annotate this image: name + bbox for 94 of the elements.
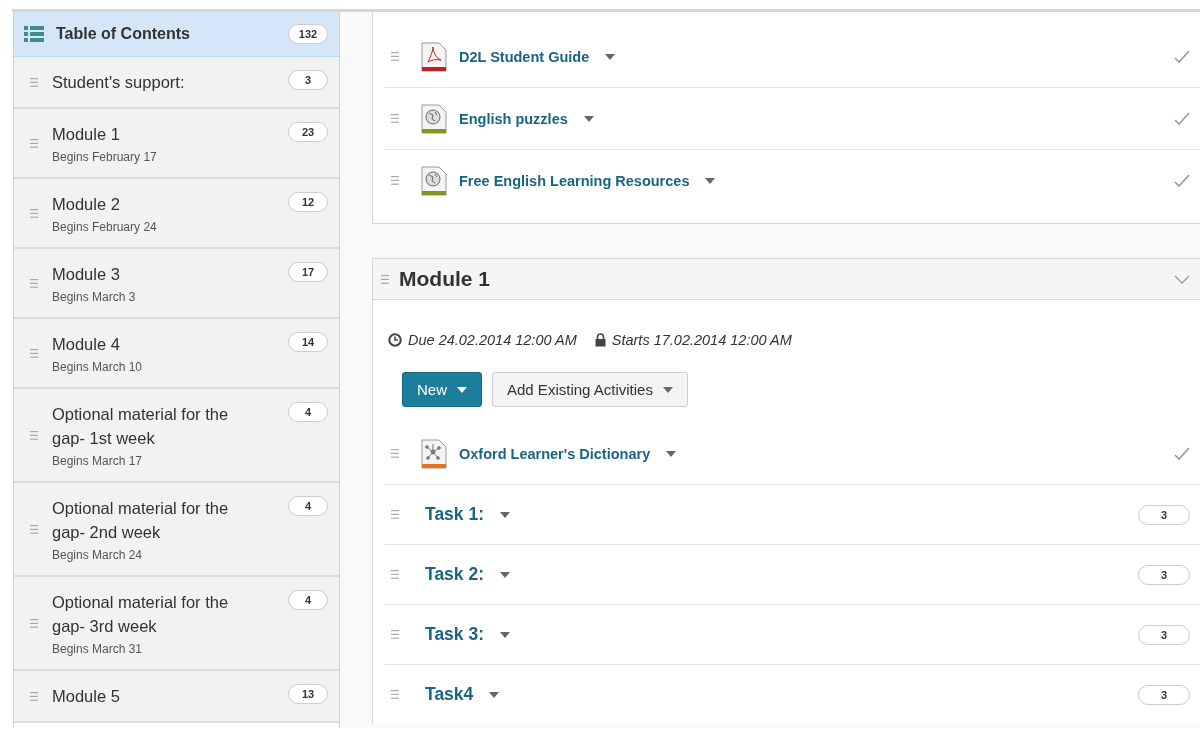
drag-handle-icon[interactable] bbox=[391, 176, 399, 185]
drag-handle-icon[interactable] bbox=[391, 52, 399, 61]
drag-handle-icon[interactable] bbox=[30, 138, 38, 148]
module-title: Student's support: bbox=[52, 72, 186, 93]
network-file-icon bbox=[421, 438, 447, 469]
drag-handle-icon[interactable] bbox=[391, 114, 399, 123]
count-badge: 3 bbox=[1138, 564, 1190, 585]
topic-link[interactable]: D2L Student Guide bbox=[459, 48, 590, 65]
table-of-contents-item[interactable]: Table of Contents 132 bbox=[14, 12, 339, 57]
caret-icon[interactable] bbox=[489, 691, 500, 698]
toc-title: Table of Contents bbox=[56, 25, 191, 43]
check-icon bbox=[1174, 446, 1190, 461]
topic-link[interactable]: Free English Learning Resources bbox=[459, 172, 690, 189]
module-title: Module 1 bbox=[52, 124, 121, 145]
module-item[interactable]: Module 2 Begins February 24 12 bbox=[14, 179, 339, 249]
count-badge: 3 bbox=[1138, 624, 1190, 645]
begins-date: Begins March 10 bbox=[52, 360, 144, 374]
chevron-down-icon[interactable] bbox=[1174, 274, 1190, 284]
task-link[interactable]: Task 3: bbox=[425, 624, 484, 645]
list-icon bbox=[24, 26, 44, 42]
new-button[interactable]: New bbox=[402, 372, 482, 407]
module-title: Module 5 bbox=[52, 686, 121, 707]
drag-handle-icon[interactable] bbox=[30, 430, 38, 440]
count-badge: 4 bbox=[288, 496, 328, 516]
module-title: Module 1 bbox=[399, 267, 490, 291]
caret-icon[interactable] bbox=[705, 177, 716, 184]
caret-icon bbox=[662, 386, 673, 393]
module-item[interactable]: Student's support: 3 bbox=[14, 57, 339, 109]
globe-file-icon bbox=[421, 165, 447, 196]
drag-handle-icon[interactable] bbox=[381, 274, 389, 284]
drag-handle-icon[interactable] bbox=[30, 208, 38, 218]
caret-icon bbox=[457, 386, 467, 393]
drag-handle-icon[interactable] bbox=[391, 690, 399, 699]
module-item[interactable]: Module 4 Begins March 10 14 bbox=[14, 319, 339, 389]
start-date: Starts 17.02.2014 12:00 AM bbox=[611, 332, 792, 348]
count-badge: 4 bbox=[288, 590, 328, 610]
clock-icon bbox=[388, 333, 402, 347]
module-item[interactable]: Module 5 13 bbox=[14, 671, 339, 723]
module-item[interactable]: Optional material for the gap- 2nd week Begins March 24 4 bbox=[14, 483, 339, 577]
drag-handle-icon[interactable] bbox=[391, 570, 399, 579]
add-activities-button[interactable]: Add Existing Activities bbox=[492, 372, 688, 407]
begins-date: Begins February 17 bbox=[52, 150, 158, 164]
module-item[interactable]: Optional material for the gap- 1st week Begins March 17 4 bbox=[14, 389, 339, 483]
globe-file-icon bbox=[421, 103, 447, 134]
caret-icon[interactable] bbox=[500, 571, 510, 578]
check-icon bbox=[1174, 49, 1190, 64]
drag-handle-icon[interactable] bbox=[391, 510, 399, 519]
caret-icon[interactable] bbox=[500, 511, 510, 518]
task-link[interactable]: Task4 bbox=[425, 684, 474, 705]
drag-handle-icon[interactable] bbox=[30, 524, 38, 534]
module-item[interactable]: Module 3 Begins March 3 17 bbox=[14, 249, 339, 319]
caret-icon[interactable] bbox=[500, 631, 510, 638]
count-badge: 13 bbox=[288, 684, 328, 704]
module-title: Optional material for the gap- 2nd week bbox=[52, 498, 230, 543]
caret-icon[interactable] bbox=[605, 53, 616, 60]
drag-handle-icon[interactable] bbox=[391, 449, 399, 458]
lock-icon bbox=[594, 333, 606, 347]
check-icon bbox=[1174, 111, 1190, 126]
count-badge: 4 bbox=[288, 402, 328, 422]
count-badge: 3 bbox=[288, 70, 328, 90]
count-badge: 23 bbox=[288, 122, 328, 142]
count-badge: 17 bbox=[288, 262, 328, 282]
count-badge: 132 bbox=[288, 24, 328, 44]
begins-date: Begins March 31 bbox=[52, 642, 144, 656]
module-item[interactable]: Optional material for the gap- 3rd week Begins March 31 4 bbox=[14, 577, 339, 671]
pdf-file-icon bbox=[421, 41, 447, 72]
drag-handle-icon[interactable] bbox=[30, 348, 38, 358]
topic-link[interactable]: Oxford Learner's Dictionary bbox=[459, 445, 651, 462]
module-title: Optional material for the gap- 3rd week bbox=[52, 592, 230, 637]
count-badge: 3 bbox=[1138, 504, 1190, 525]
count-badge: 14 bbox=[288, 332, 328, 352]
caret-icon[interactable] bbox=[666, 450, 677, 457]
drag-handle-icon[interactable] bbox=[30, 278, 38, 288]
begins-date: Begins February 24 bbox=[52, 220, 158, 234]
module-item[interactable]: Module 1 Begins February 17 23 bbox=[14, 109, 339, 179]
task-link[interactable]: Task 1: bbox=[425, 504, 484, 525]
begins-date: Begins March 24 bbox=[52, 548, 144, 562]
count-badge: 12 bbox=[288, 192, 328, 212]
check-icon bbox=[1174, 173, 1190, 188]
module-title: Module 3 bbox=[52, 264, 121, 285]
task-link[interactable]: Task 2: bbox=[425, 564, 484, 585]
module-title: Module 4 bbox=[52, 334, 121, 355]
begins-date: Begins March 17 bbox=[52, 454, 144, 468]
caret-icon[interactable] bbox=[583, 115, 594, 122]
topic-link[interactable]: English puzzles bbox=[459, 110, 568, 127]
drag-handle-icon[interactable] bbox=[391, 630, 399, 639]
drag-handle-icon[interactable] bbox=[30, 77, 38, 87]
drag-handle-icon[interactable] bbox=[30, 618, 38, 628]
drag-handle-icon[interactable] bbox=[30, 691, 38, 701]
module-title: Optional material for the gap- 1st week bbox=[52, 404, 230, 449]
module-title: Module 2 bbox=[52, 194, 121, 215]
due-date: Due 24.02.2014 12:00 AM bbox=[408, 332, 577, 348]
count-badge: 3 bbox=[1138, 684, 1190, 705]
begins-date: Begins March 3 bbox=[52, 290, 137, 304]
